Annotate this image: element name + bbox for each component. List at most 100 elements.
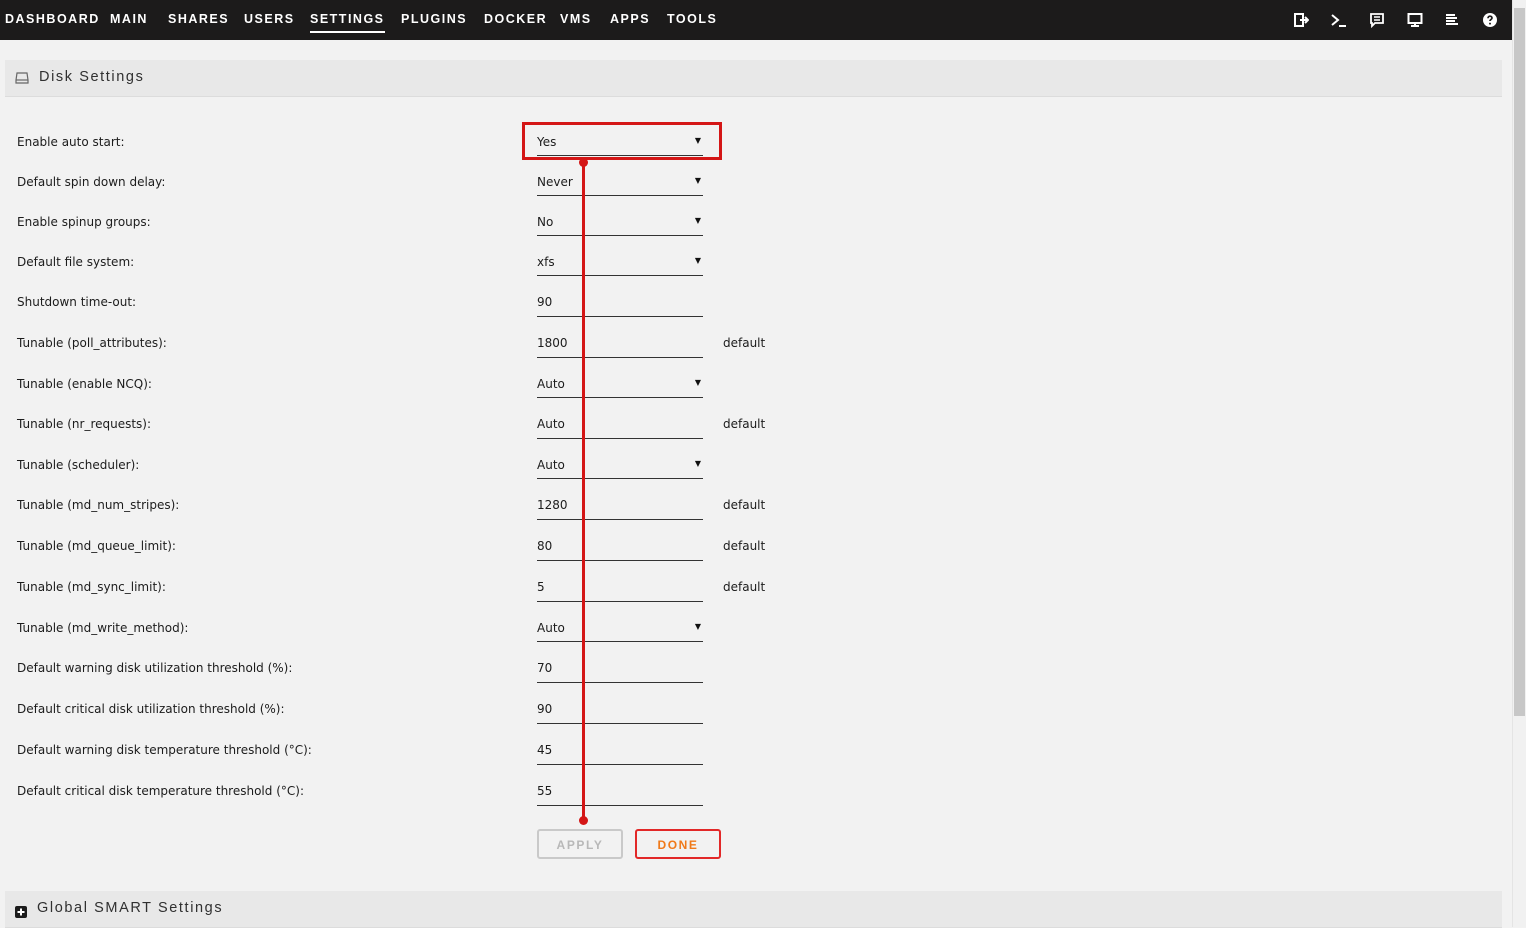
global-smart-header[interactable]: Global SMART Settings bbox=[5, 891, 1502, 928]
input-value: 45 bbox=[537, 743, 553, 757]
select-value: Auto bbox=[537, 621, 565, 635]
annotation-dot-bottom bbox=[579, 816, 588, 825]
default-note: default bbox=[723, 580, 766, 594]
top-navigation: DASHBOARD MAIN SHARES USERS SETTINGS PLU… bbox=[0, 0, 1512, 40]
critical-temperature-input[interactable]: 55 bbox=[537, 784, 703, 806]
dropdown-arrow-icon: ▼ bbox=[694, 216, 701, 225]
setting-row-nr-requests: Tunable (nr_requests): Auto default bbox=[0, 417, 1000, 457]
default-note: default bbox=[723, 336, 766, 350]
help-icon[interactable] bbox=[1482, 12, 1498, 28]
disk-settings-header: Disk Settings bbox=[5, 60, 1502, 97]
input-value: 1800 bbox=[537, 336, 568, 350]
setting-row-md-queue-limit: Tunable (md_queue_limit): 80 default bbox=[0, 539, 1000, 579]
md-num-stripes-input[interactable]: 1280 bbox=[537, 498, 703, 520]
warning-temperature-input[interactable]: 45 bbox=[537, 743, 703, 765]
setting-row-file-system: Default file system: xfs ▼ bbox=[0, 255, 1000, 295]
dropdown-arrow-icon: ▼ bbox=[694, 256, 701, 265]
poll-attributes-input[interactable]: 1800 bbox=[537, 336, 703, 358]
setting-label: Default warning disk utilization thresho… bbox=[17, 661, 293, 675]
file-system-select[interactable]: xfs ▼ bbox=[537, 255, 703, 276]
setting-row-warning-utilization: Default warning disk utilization thresho… bbox=[0, 661, 1000, 701]
dropdown-arrow-icon: ▼ bbox=[694, 459, 701, 468]
input-value: 5 bbox=[537, 580, 545, 594]
setting-row-shutdown-timeout: Shutdown time-out: 90 bbox=[0, 295, 1000, 335]
md-queue-limit-input[interactable]: 80 bbox=[537, 539, 703, 561]
input-value: 70 bbox=[537, 661, 553, 675]
input-value: 80 bbox=[537, 539, 553, 553]
setting-label: Shutdown time-out: bbox=[17, 295, 137, 309]
annotation-connector-line bbox=[582, 162, 585, 821]
setting-label: Tunable (md_queue_limit): bbox=[17, 539, 176, 553]
select-value: Auto bbox=[537, 377, 565, 391]
setting-row-md-sync-limit: Tunable (md_sync_limit): 5 default bbox=[0, 580, 1000, 620]
monitor-icon[interactable] bbox=[1407, 12, 1423, 28]
nav-tools[interactable]: TOOLS bbox=[667, 12, 717, 32]
setting-row-md-write-method: Tunable (md_write_method): Auto ▼ bbox=[0, 621, 1000, 661]
feedback-icon[interactable] bbox=[1369, 12, 1385, 28]
disk-settings-title: Disk Settings bbox=[39, 69, 145, 85]
setting-label: Tunable (nr_requests): bbox=[17, 417, 152, 431]
setting-label: Default file system: bbox=[17, 255, 135, 269]
input-value: 55 bbox=[537, 784, 553, 798]
input-value: 90 bbox=[537, 295, 553, 309]
setting-label: Default critical disk temperature thresh… bbox=[17, 784, 304, 798]
setting-row-enable-ncq: Tunable (enable NCQ): Auto ▼ bbox=[0, 377, 1000, 417]
critical-utilization-input[interactable]: 90 bbox=[537, 702, 703, 724]
nav-docker[interactable]: DOCKER bbox=[484, 12, 547, 32]
setting-label: Default spin down delay: bbox=[17, 175, 166, 189]
setting-row-scheduler: Tunable (scheduler): Auto ▼ bbox=[0, 458, 1000, 498]
setting-label: Tunable (scheduler): bbox=[17, 458, 140, 472]
md-sync-limit-input[interactable]: 5 bbox=[537, 580, 703, 602]
dropdown-arrow-icon: ▼ bbox=[694, 622, 701, 631]
default-note: default bbox=[723, 539, 766, 553]
apply-button[interactable]: APPLY bbox=[537, 829, 623, 859]
shutdown-timeout-input[interactable]: 90 bbox=[537, 295, 703, 317]
nav-main[interactable]: MAIN bbox=[110, 12, 148, 32]
dropdown-arrow-icon: ▼ bbox=[694, 176, 701, 185]
nav-users[interactable]: USERS bbox=[244, 12, 295, 32]
dropdown-arrow-icon: ▼ bbox=[694, 378, 701, 387]
terminal-icon[interactable] bbox=[1331, 12, 1347, 28]
md-write-method-select[interactable]: Auto ▼ bbox=[537, 621, 703, 642]
setting-row-spinup-groups: Enable spinup groups: No ▼ bbox=[0, 215, 1000, 255]
input-value: 90 bbox=[537, 702, 553, 716]
logout-icon[interactable] bbox=[1293, 12, 1309, 28]
nav-shares[interactable]: SHARES bbox=[168, 12, 229, 32]
scheduler-select[interactable]: Auto ▼ bbox=[537, 458, 703, 479]
setting-label: Default warning disk temperature thresho… bbox=[17, 743, 312, 757]
nr-requests-input[interactable]: Auto bbox=[537, 417, 703, 439]
nav-apps[interactable]: APPS bbox=[610, 12, 650, 32]
default-note: default bbox=[723, 498, 766, 512]
disk-icon bbox=[15, 70, 29, 89]
setting-row-warning-temperature: Default warning disk temperature thresho… bbox=[0, 743, 1000, 783]
select-value: Auto bbox=[537, 458, 565, 472]
select-value: Never bbox=[537, 175, 573, 189]
setting-label: Default critical disk utilization thresh… bbox=[17, 702, 285, 716]
setting-label: Enable spinup groups: bbox=[17, 215, 151, 229]
setting-label: Tunable (md_num_stripes): bbox=[17, 498, 180, 512]
scrollbar-thumb[interactable] bbox=[1514, 8, 1525, 716]
select-value: xfs bbox=[537, 255, 555, 269]
expand-plus-icon[interactable] bbox=[15, 903, 27, 922]
annotation-dot-top bbox=[579, 158, 588, 167]
setting-label: Enable auto start: bbox=[17, 135, 125, 149]
setting-label: Tunable (md_write_method): bbox=[17, 621, 189, 635]
spinup-groups-select[interactable]: No ▼ bbox=[537, 215, 703, 236]
default-note: default bbox=[723, 417, 766, 431]
select-value: No bbox=[537, 215, 554, 229]
enable-ncq-select[interactable]: Auto ▼ bbox=[537, 377, 703, 398]
spin-down-delay-select[interactable]: Never ▼ bbox=[537, 175, 703, 196]
nav-plugins[interactable]: PLUGINS bbox=[401, 12, 467, 32]
setting-row-spin-down-delay: Default spin down delay: Never ▼ bbox=[0, 175, 1000, 215]
setting-label: Tunable (poll_attributes): bbox=[17, 336, 167, 350]
setting-row-poll-attributes: Tunable (poll_attributes): 1800 default bbox=[0, 336, 1000, 376]
warning-utilization-input[interactable]: 70 bbox=[537, 661, 703, 683]
global-smart-title: Global SMART Settings bbox=[37, 900, 224, 916]
setting-label: Tunable (enable NCQ): bbox=[17, 377, 152, 391]
nav-vms[interactable]: VMS bbox=[560, 12, 592, 32]
nav-settings[interactable]: SETTINGS bbox=[310, 12, 385, 33]
done-button[interactable]: DONE bbox=[635, 829, 721, 859]
log-icon[interactable] bbox=[1444, 12, 1460, 28]
setting-row-md-num-stripes: Tunable (md_num_stripes): 1280 default bbox=[0, 498, 1000, 538]
nav-dashboard[interactable]: DASHBOARD bbox=[5, 12, 100, 32]
